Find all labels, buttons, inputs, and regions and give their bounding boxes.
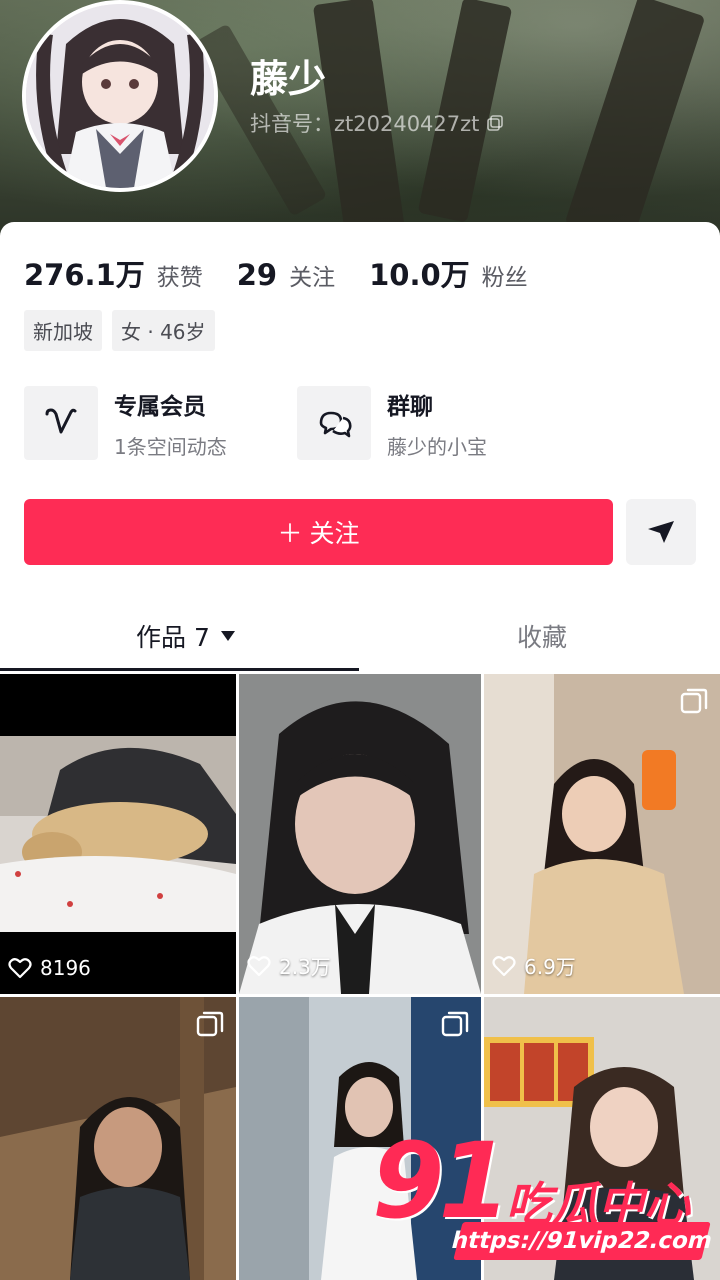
stat-likes-value: 276.1万 — [24, 258, 145, 292]
gender-age-tag: 女 · 46岁 — [112, 310, 215, 351]
avatar-image — [26, 4, 214, 188]
follow-button[interactable]: ＋ 关注 — [24, 499, 613, 565]
avatar[interactable] — [22, 0, 218, 192]
copy-icon[interactable] — [487, 115, 504, 131]
tab-indicator — [0, 668, 359, 671]
send-icon — [648, 521, 674, 543]
group-chat-title: 群聊 — [387, 393, 433, 420]
douyin-id-text: 抖音号：zt20240427zt — [250, 112, 480, 136]
tab-works[interactable]: 作品 7 — [136, 618, 236, 654]
tab-works-label: 作品 7 — [136, 623, 210, 652]
stat-likes-label: 获赞 — [156, 265, 203, 291]
group-chat-subtitle: 藤少的小宝 — [387, 434, 487, 459]
video-thumbnail[interactable]: 8196 — [0, 674, 236, 994]
video-likes: 2.3万 — [247, 951, 331, 980]
video-image — [0, 997, 236, 1280]
membership-subtitle: 1条空间动态 — [114, 434, 227, 459]
membership-title: 专属会员 — [114, 393, 206, 420]
stat-followers-value: 10.0万 — [369, 258, 470, 292]
heart-outline-icon — [247, 955, 271, 976]
stat-following[interactable]: 29 关注 — [237, 258, 335, 292]
stat-followers-label: 粉丝 — [481, 265, 528, 291]
video-image — [0, 736, 236, 932]
stat-following-label: 关注 — [289, 265, 336, 291]
watermark: 91 吃瓜中心 https://91vip22.com — [372, 1120, 720, 1280]
video-image — [239, 674, 481, 994]
multi-image-icon — [196, 1011, 224, 1037]
video-thumbnail[interactable] — [0, 997, 236, 1280]
caret-down-icon — [220, 631, 235, 641]
heart-v-icon — [24, 386, 98, 460]
tab-favorites[interactable]: 收藏 — [517, 618, 567, 654]
location-tag: 新加坡 — [24, 310, 102, 351]
video-likes-count: 8196 — [40, 956, 91, 980]
stat-following-value: 29 — [236, 258, 278, 292]
stat-followers[interactable]: 10.0万 粉丝 — [369, 252, 528, 294]
stats-row: 276.1万 获赞 29 关注 10.0万 粉丝 — [24, 252, 562, 294]
chat-bubbles-icon — [297, 386, 371, 460]
heart-outline-icon — [492, 955, 516, 976]
watermark-url: https://91vip22.com — [449, 1222, 715, 1260]
video-likes-count: 6.9万 — [524, 955, 576, 979]
stat-likes[interactable]: 276.1万 获赞 — [24, 252, 203, 294]
group-chat-entry[interactable]: 群聊 藤少的小宝 — [297, 386, 487, 460]
heart-outline-icon — [8, 958, 32, 979]
video-thumbnail[interactable]: 2.3万 — [239, 674, 481, 994]
video-likes: 8196 — [8, 956, 91, 980]
video-image — [484, 674, 720, 994]
multi-image-icon — [680, 688, 708, 714]
profile-name: 藤少 — [250, 57, 327, 101]
video-likes-count: 2.3万 — [279, 955, 331, 979]
video-likes: 6.9万 — [492, 951, 576, 980]
douyin-id[interactable]: 抖音号：zt20240427zt — [250, 108, 504, 138]
membership-entry[interactable]: 专属会员 1条空间动态 — [24, 386, 227, 460]
video-thumbnail[interactable]: 6.9万 — [484, 674, 720, 994]
share-button[interactable] — [626, 499, 696, 565]
multi-image-icon — [441, 1011, 469, 1037]
profile-tags: 新加坡 女 · 46岁 — [24, 310, 215, 351]
